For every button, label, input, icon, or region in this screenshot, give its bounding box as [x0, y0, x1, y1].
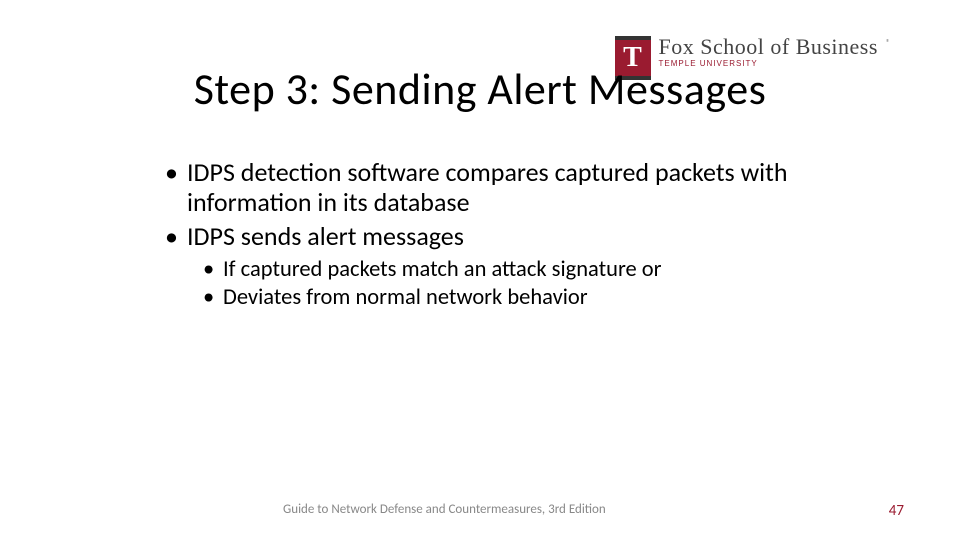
page-number: 47: [889, 502, 904, 520]
bullet-level2: • If captured packets match an attack si…: [203, 256, 825, 284]
bullet-text: If captured packets match an attack sign…: [223, 256, 662, 284]
bullet-level1: • IDPS sends alert messages: [165, 222, 825, 252]
bullet-icon: •: [165, 222, 187, 252]
slide-title: Step 3: Sending Alert Messages: [0, 62, 960, 116]
slide: T Fox School of Business TEMPLE UNIVERSI…: [0, 0, 960, 540]
bullet-text: Deviates from normal network behavior: [223, 284, 588, 312]
bullet-icon: •: [203, 256, 223, 284]
logo-school-name: Fox School of Business: [659, 36, 878, 58]
slide-footer: Guide to Network Defense and Countermeas…: [0, 502, 960, 520]
bullet-text: IDPS detection software compares capture…: [187, 158, 825, 218]
bullet-level2: • Deviates from normal network behavior: [203, 284, 825, 312]
bullet-icon: •: [165, 158, 187, 218]
slide-body: • IDPS detection software compares captu…: [165, 158, 825, 312]
bullet-text: IDPS sends alert messages: [187, 222, 464, 252]
bullet-level1: • IDPS detection software compares captu…: [165, 158, 825, 218]
bullet-icon: •: [203, 284, 223, 312]
footer-citation: Guide to Network Defense and Countermeas…: [0, 502, 889, 520]
registered-icon: ®: [886, 38, 890, 48]
